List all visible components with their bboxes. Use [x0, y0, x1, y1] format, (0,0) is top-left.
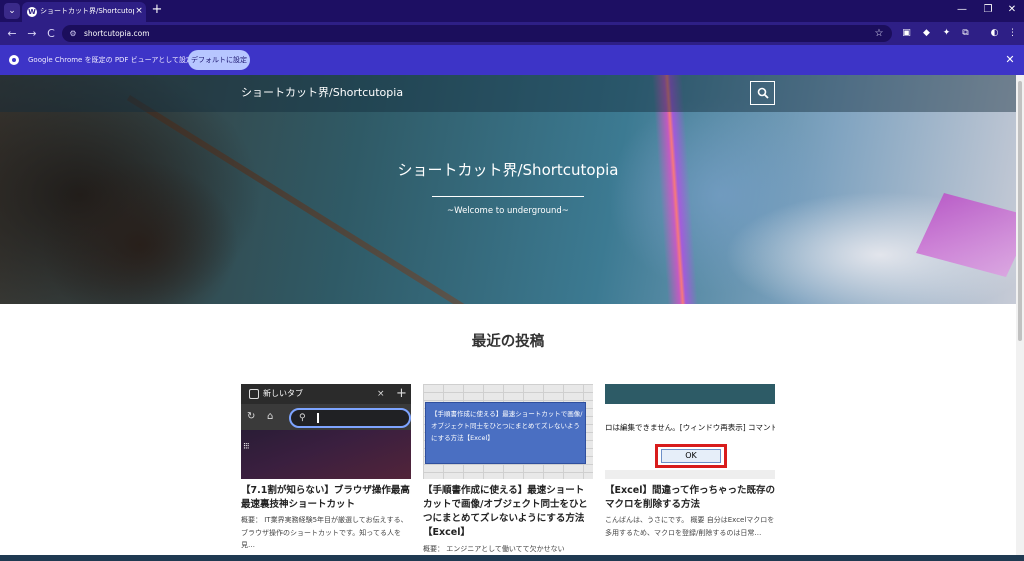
thumb-tab-label: 新しいタブ: [263, 389, 303, 398]
puzzle-icon[interactable]: ⧉: [959, 27, 972, 40]
hero-subtitle: ~Welcome to underground~: [447, 206, 569, 216]
menu-icon[interactable]: ⋮: [1006, 27, 1019, 40]
tab-active[interactable]: W ショートカット界/Shortcutopia | シ ×: [22, 2, 146, 22]
apps-grid-icon: ⁝⁝⁝: [243, 442, 250, 452]
hero-art-crystal: [916, 192, 1016, 278]
browser-toolbar: ← → C ⚙ shortcutopia.com ☆ ▣ ◆ ✦ ⧉ ◐ ⋮: [0, 22, 1024, 45]
infobar-message: Google Chrome を既定の PDF ビューアとして設定する: [28, 56, 208, 64]
post-thumbnail[interactable]: 【手順書作成に使える】最速ショートカットで画像/オブジェクト同士をひとつにまとめ…: [423, 384, 593, 479]
save-icon[interactable]: ▣: [900, 27, 913, 40]
wordpress-icon: W: [27, 7, 37, 17]
site-info-icon[interactable]: ⚙: [67, 27, 79, 40]
thumb-plus-icon: +: [396, 386, 407, 401]
minimize-button[interactable]: —: [952, 2, 972, 18]
thumb-search-icon: ⚲: [299, 413, 306, 423]
back-button[interactable]: ←: [4, 26, 20, 41]
thumb-close-icon: ×: [377, 389, 385, 399]
bookmark-star-icon[interactable]: ☆: [873, 27, 885, 40]
sparkle-extension-icon[interactable]: ✦: [940, 27, 953, 40]
search-icon: [757, 87, 769, 99]
post-thumbnail[interactable]: 新しいタブ × + ↻ ⌂ ⚲ ⁝⁝⁝: [241, 384, 411, 479]
default-browser-infobar: Google Chrome を既定の PDF ビューアとして設定する デフォルト…: [0, 45, 1024, 75]
thumb-dialog-message: ロは編集できません。[ウィンドウ再表示] コマンドで: [605, 423, 775, 432]
url-text[interactable]: shortcutopia.com: [84, 28, 384, 40]
set-default-button[interactable]: デフォルトに設定: [188, 50, 250, 70]
infobar-close-button[interactable]: ✕: [1004, 53, 1016, 67]
thumb-reload-icon: ↻: [247, 411, 256, 422]
close-window-button[interactable]: ✕: [1002, 2, 1022, 18]
profile-avatar[interactable]: ◐: [988, 27, 1001, 40]
post-card[interactable]: 【手順書作成に使える】最速ショートカットで画像/オブジェクト同士をひとつにまとめ…: [423, 384, 593, 561]
tab-page-icon: [249, 389, 259, 399]
tab-close-button[interactable]: ×: [134, 5, 144, 17]
thumb-caret: [317, 413, 319, 423]
hero-title: ショートカット界/Shortcutopia: [397, 161, 619, 179]
thumb-omnibox: ⚲: [289, 408, 411, 428]
thumb-home-icon: ⌂: [267, 411, 274, 422]
thumb-header-band: [605, 384, 775, 404]
page-scrollbar[interactable]: [1016, 75, 1024, 561]
scrollbar-thumb[interactable]: [1018, 81, 1022, 341]
thumb-highlight-frame: OK: [655, 444, 727, 468]
post-title[interactable]: 【手順書作成に使える】最速ショートカットで画像/オブジェクト同士をひとつにまとめ…: [423, 484, 593, 540]
forward-button[interactable]: →: [24, 26, 40, 41]
post-excerpt: 概要： IT業界実務経験5年目が厳選してお伝えする、ブラウザ操作のショートカット…: [241, 516, 408, 549]
extension-icon[interactable]: ◆: [920, 27, 933, 40]
post-excerpt: こんばんは、うさにです。 概要 自分はExcelマクロを多用するため、マクロを登…: [605, 516, 775, 537]
address-bar[interactable]: ⚙ shortcutopia.com ☆: [62, 25, 892, 42]
thumb-popup-text: 【手順書作成に使える】最速ショートカットで画像/オブジェクト同士をひとつにまとめ…: [431, 410, 583, 442]
hero-art-staff: [126, 95, 571, 304]
site-search-button[interactable]: [750, 81, 775, 105]
hero-divider: [432, 196, 584, 197]
tab-search-button[interactable]: ⌄: [4, 3, 20, 19]
post-card[interactable]: 新しいタブ × + ↻ ⌂ ⚲ ⁝⁝⁝ 【7.1割が知らない】ブラウザ操作最高最…: [241, 384, 411, 561]
tab-strip: ⌄ W ショートカット界/Shortcutopia | シ × + — ❐ ✕: [0, 0, 1024, 22]
new-tab-button[interactable]: +: [150, 2, 164, 18]
site-header: ショートカット界/Shortcutopia: [0, 75, 1016, 112]
chrome-icon: [9, 55, 19, 65]
maximize-button[interactable]: ❐: [978, 2, 998, 18]
post-card[interactable]: ロは編集できません。[ウィンドウ再表示] コマンドで OK 【Excel】間違っ…: [605, 384, 775, 561]
site-logo-link[interactable]: ショートカット界/Shortcutopia: [241, 85, 441, 101]
section-title: 最近の投稿: [471, 334, 545, 350]
thumb-ok-button: OK: [661, 449, 721, 463]
web-page: ショートカット界/Shortcutopia ショートカット界/Shortcuto…: [0, 75, 1016, 561]
hero-banner: ショートカット界/Shortcutopia ショートカット界/Shortcuto…: [0, 75, 1016, 304]
taskbar-edge: [0, 555, 1024, 561]
reload-button[interactable]: C: [43, 26, 59, 41]
tab-title: ショートカット界/Shortcutopia | シ: [40, 7, 134, 15]
post-thumbnail[interactable]: ロは編集できません。[ウィンドウ再表示] コマンドで OK: [605, 384, 775, 479]
thumb-popup: 【手順書作成に使える】最速ショートカットで画像/オブジェクト同士をひとつにまとめ…: [425, 402, 586, 464]
thumb-footer-band: [605, 470, 775, 479]
